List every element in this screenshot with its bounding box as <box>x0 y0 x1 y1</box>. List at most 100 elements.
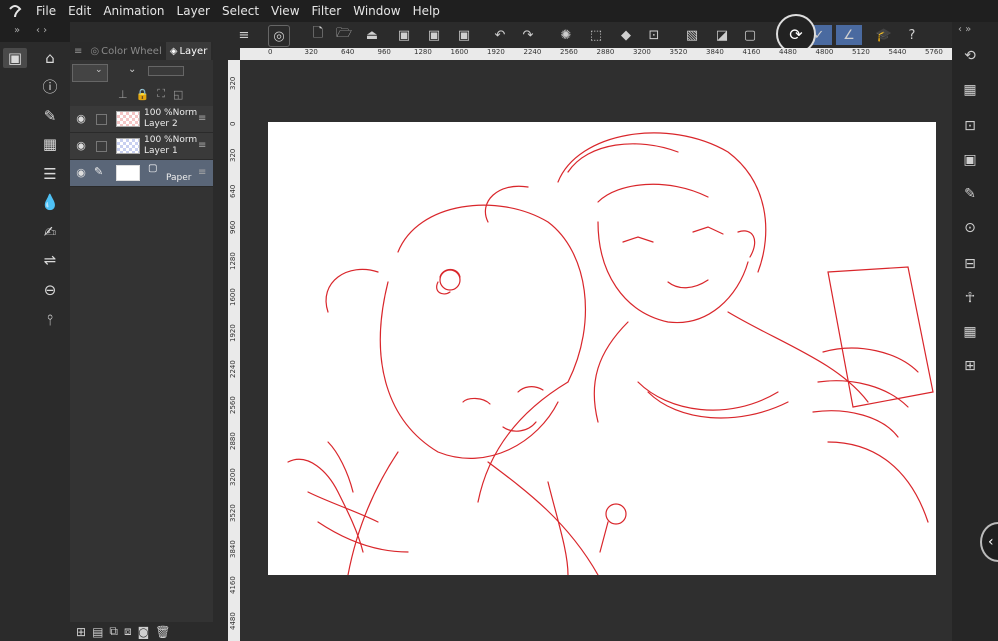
ruler-tick-label: 3200 <box>229 468 237 486</box>
search-layer-icon[interactable]: ⊙ <box>959 218 981 238</box>
new-folder-icon[interactable]: ▤ <box>92 625 103 639</box>
layer-row[interactable]: ◉ ✎ ▢ Paper ≡ <box>70 160 213 187</box>
navigator-icon[interactable]: ⊖ <box>38 280 62 300</box>
ruler-tick-label: 1600 <box>229 288 237 306</box>
layer-property-icon[interactable]: ⊟ <box>959 254 981 274</box>
menu-file[interactable]: File <box>30 0 62 22</box>
ruler-tick-label: 3840 <box>706 48 724 56</box>
snap-grid-icon[interactable]: ∠ <box>836 25 862 45</box>
layer-list-icon[interactable]: ☰ <box>38 164 62 184</box>
palette-toggle-icon[interactable]: ▣ <box>3 48 27 68</box>
menu-edit[interactable]: Edit <box>62 0 97 22</box>
layer-menu-icon[interactable]: ≡ <box>198 113 206 124</box>
adjust-icon[interactable]: ⫯ <box>38 310 62 330</box>
menu-layer[interactable]: Layer <box>171 0 216 22</box>
reference-icon[interactable]: ⊥ <box>118 88 128 101</box>
opacity-slider[interactable] <box>148 66 184 76</box>
collapse-arrows-icon[interactable]: ‹ » <box>958 24 971 35</box>
help-icon[interactable]: ? <box>902 25 922 45</box>
ruler-tick-label: 2560 <box>229 396 237 414</box>
menu-window[interactable]: Window <box>347 0 406 22</box>
ruler-tick-label: 1280 <box>414 48 432 56</box>
info-icon[interactable]: ⓘ <box>38 76 62 96</box>
eye-icon[interactable]: ◉ <box>74 139 88 153</box>
export-psd-icon[interactable]: ▣ <box>454 25 474 45</box>
sub-tool-strip-header: ‹ › <box>30 22 70 42</box>
layer-row[interactable]: ◉ 100 %Norm Layer 2 ≡ <box>70 106 213 133</box>
app-logo-icon[interactable] <box>0 0 30 22</box>
brush-property-icon[interactable]: ✍ <box>38 222 62 242</box>
crop-icon[interactable]: ⊡ <box>644 25 664 45</box>
tab-color-wheel[interactable]: ◎ Color Wheel <box>86 46 165 57</box>
menu-bar: File Edit Animation Layer Select View Fi… <box>0 0 998 22</box>
copy-layer-icon[interactable]: ⧉ <box>109 624 118 639</box>
open-folder-icon[interactable]: 🗁 <box>334 25 354 45</box>
ruler-tick-label: 2880 <box>596 48 615 56</box>
brightness-icon[interactable]: ✺ <box>556 25 576 45</box>
save-icon[interactable]: ⏏ <box>362 25 382 45</box>
layer-bottom-bar: ⊞ ▤ ⧉ ⧈ ◙ 🗑 <box>70 622 219 641</box>
menu-filter[interactable]: Filter <box>306 0 348 22</box>
collapse-arrows-icon[interactable]: ‹ › <box>36 25 47 36</box>
command-bar: ≡ ◎ 🗋 🗁 ⏏ ▣ ▣ ▣ ↶ ↷ ✺ ⬚ ◆ ⊡ ▧ ◪ ▢ ✓ ∠ 🎓 … <box>230 22 952 48</box>
redo-icon[interactable]: ↷ <box>518 25 538 45</box>
layer-menu-icon[interactable]: ≡ <box>198 140 206 151</box>
menu-select[interactable]: Select <box>216 0 265 22</box>
clip-icon[interactable]: ⛶ <box>157 87 165 101</box>
item-bank-icon[interactable]: ▦ <box>959 322 981 342</box>
select-frame-icon[interactable]: ▢ <box>740 25 760 45</box>
cloud-icon[interactable]: ◎ <box>268 25 290 47</box>
transform-icon[interactable]: ⬚ <box>586 25 606 45</box>
panel-menu-icon[interactable]: ≡ <box>70 46 86 57</box>
fill-icon[interactable]: ◆ <box>616 25 636 45</box>
invert-selection-icon[interactable]: ◪ <box>712 25 732 45</box>
layer-menu-icon[interactable]: ≡ <box>198 167 206 178</box>
eye-icon[interactable]: ◉ <box>74 166 88 180</box>
learn-icon[interactable]: 🎓 <box>874 25 894 45</box>
history-icon[interactable]: ⟲ <box>959 46 981 66</box>
export-jpg-icon[interactable]: ▣ <box>394 25 414 45</box>
mask-icon[interactable]: ◱ <box>173 88 183 101</box>
collapse-arrows-icon[interactable]: » <box>14 25 20 36</box>
menu-help[interactable]: Help <box>407 0 446 22</box>
tab-layer[interactable]: ◈ Layer <box>165 42 212 60</box>
export-png-icon[interactable]: ▣ <box>424 25 444 45</box>
menu-view[interactable]: View <box>265 0 305 22</box>
pen-tool-icon[interactable]: ✎ <box>38 106 62 126</box>
blend-mode-select[interactable]: ⌄ <box>72 64 108 82</box>
color-wheel-icon: ◎ <box>90 45 100 57</box>
ruler-tick-label: 2560 <box>560 48 578 56</box>
sub-view-icon[interactable]: ▣ <box>959 150 981 170</box>
hamburger-menu-icon[interactable]: ≡ <box>234 25 254 45</box>
new-layer-icon[interactable]: ⊞ <box>76 625 86 639</box>
quick-access-icon[interactable]: ⊞ <box>959 356 981 376</box>
layer-checkbox[interactable] <box>96 114 107 125</box>
ruler-tick-label: 3520 <box>669 48 688 56</box>
canvas-paper[interactable] <box>268 122 936 576</box>
ruler-tick-label: 5760 <box>925 48 943 56</box>
undo-icon[interactable]: ↶ <box>490 25 510 45</box>
edit-note-icon[interactable]: ✎ <box>959 184 981 204</box>
selection-tool-icon[interactable]: ⌂ <box>38 48 62 68</box>
chevron-down-icon[interactable]: ⌄ <box>128 64 136 75</box>
merge-icon[interactable]: ⧈ <box>124 624 132 639</box>
menu-animation[interactable]: Animation <box>97 0 170 22</box>
layer-meta: Paper <box>166 173 192 183</box>
lock-icon[interactable]: 🔒 <box>136 88 150 101</box>
material-icon[interactable]: ⊡ <box>959 116 981 136</box>
layer-row[interactable]: ◉ 100 %Norm Layer 1 ≡ <box>70 133 213 160</box>
timeline-icon[interactable]: ▦ <box>959 80 981 100</box>
figure-3d-icon[interactable]: ☥ <box>959 288 981 308</box>
new-file-icon[interactable]: 🗋 <box>308 25 328 45</box>
trash-icon[interactable]: 🗑 <box>155 625 170 639</box>
color-drops-icon[interactable]: 💧 <box>38 192 62 212</box>
ruler-tick-label: 0 <box>229 121 237 126</box>
ruler-tick-label: 320 <box>229 76 237 90</box>
mask-icon[interactable]: ◙ <box>138 625 150 639</box>
slider-settings-icon[interactable]: ⇌ <box>38 250 62 270</box>
grid-tool-icon[interactable]: ▦ <box>38 134 62 154</box>
layer-meta: 100 %Norm Layer 1 <box>144 135 198 156</box>
clear-selection-icon[interactable]: ▧ <box>682 25 702 45</box>
eye-icon[interactable]: ◉ <box>74 112 88 126</box>
layer-checkbox[interactable] <box>96 141 107 152</box>
